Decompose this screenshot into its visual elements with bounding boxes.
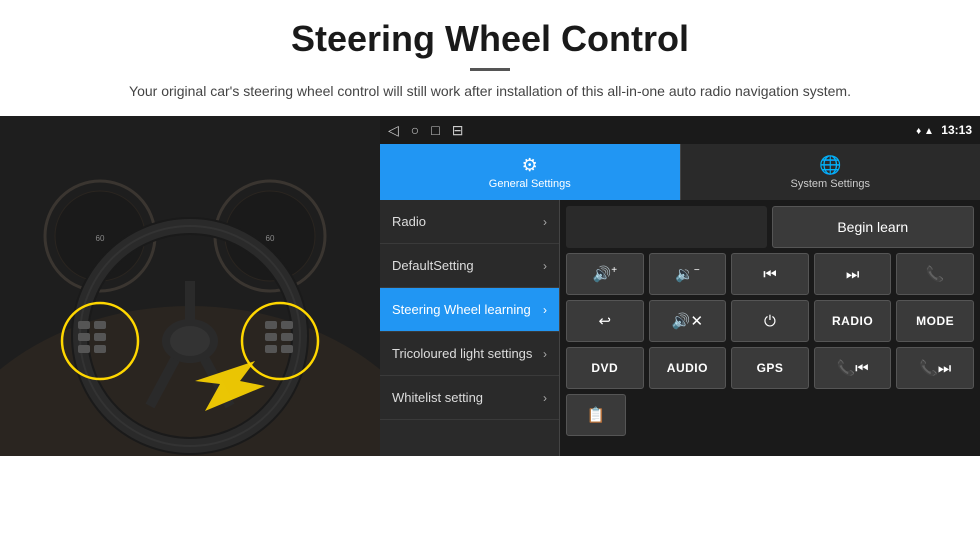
system-settings-icon: 🌐 [819,155,841,176]
next-track-icon: ⏭ [846,266,860,283]
gps-label: GPS [757,361,784,375]
begin-learn-button[interactable]: Begin learn [772,206,975,248]
menu-steering-label: Steering Wheel learning [392,302,531,317]
mode-button[interactable]: MODE [896,300,974,342]
phone-next-icon: 📞⏭ [919,359,951,377]
svg-text:60: 60 [96,234,105,243]
radio-label-button[interactable]: RADIO [814,300,892,342]
status-time: ♦ ▲ 13:13 [916,123,972,137]
volume-down-button[interactable]: 🔉− [649,253,727,295]
tab-system-label: System Settings [791,178,870,190]
chevron-right-icon: › [543,303,547,317]
mode-label: MODE [916,314,954,328]
menu-radio-label: Radio [392,214,426,229]
title-divider [470,68,510,71]
left-menu: Radio › DefaultSetting › Steering Wheel … [380,200,560,456]
menu-item-default-setting[interactable]: DefaultSetting › [380,244,559,288]
prev-track-button[interactable]: ⏮ [731,253,809,295]
control-panel: Begin learn 🔊+ 🔉− ⏮ ⏭ [560,200,980,456]
top-section: Steering Wheel Control Your original car… [0,0,980,116]
nav-buttons: ◁ ○ □ ⊟ [388,122,463,139]
general-settings-icon: ⚙ [522,155,538,176]
control-row-1: 🔊+ 🔉− ⏮ ⏭ 📞 [566,253,974,295]
tab-general-settings[interactable]: ⚙ General Settings [380,144,680,200]
nav-back-icon[interactable]: ◁ [388,122,399,139]
empty-slot [566,206,767,248]
nav-home-icon[interactable]: ○ [411,122,419,138]
phone-icon: 📞 [926,265,945,283]
control-row-4: 📋 [566,394,974,436]
audio-label: AUDIO [667,361,708,375]
tab-system-settings[interactable]: 🌐 System Settings [680,144,980,200]
menu-item-whitelist[interactable]: Whitelist setting › [380,376,559,420]
phone-button[interactable]: 📞 [896,253,974,295]
control-row-3: DVD AUDIO GPS 📞⏮ 📞⏭ [566,347,974,389]
svg-text:60: 60 [266,234,275,243]
page-title: Steering Wheel Control [40,18,940,60]
mute-button[interactable]: 🔊✕ [649,300,727,342]
gps-button[interactable]: GPS [731,347,809,389]
clock: 13:13 [941,123,972,137]
volume-up-button[interactable]: 🔊+ [566,253,644,295]
phone-prev-button[interactable]: 📞⏮ [814,347,892,389]
begin-learn-row: Begin learn [566,206,974,248]
volume-up-icon: 🔊+ [593,265,618,283]
chevron-right-icon: › [543,347,547,361]
chevron-right-icon: › [543,215,547,229]
bottom-section: 60 60 [0,116,980,456]
dvd-button[interactable]: DVD [566,347,644,389]
menu-default-label: DefaultSetting [392,258,474,273]
volume-down-icon: 🔉− [675,265,700,283]
radio-label: RADIO [832,314,873,328]
tab-general-label: General Settings [489,178,571,190]
mute-icon: 🔊✕ [672,312,703,330]
wifi-icon: ♦ ▲ [916,126,934,137]
call-end-icon: ↩ [599,312,612,330]
menu-item-radio[interactable]: Radio › [380,200,559,244]
prev-track-icon: ⏮ [763,266,777,283]
nav-recents-icon[interactable]: □ [431,122,439,138]
dvd-label: DVD [591,361,618,375]
phone-next-button[interactable]: 📞⏭ [896,347,974,389]
menu-whitelist-label: Whitelist setting [392,390,483,405]
bookmark-button[interactable]: 📋 [566,394,626,436]
call-end-button[interactable]: ↩ [566,300,644,342]
bookmark-icon: 📋 [587,406,606,424]
menu-item-steering-wheel[interactable]: Steering Wheel learning › [380,288,559,332]
next-track-button[interactable]: ⏭ [814,253,892,295]
power-icon: ⏻ [764,313,776,330]
chevron-right-icon: › [543,259,547,273]
subtitle: Your original car's steering wheel contr… [40,81,940,102]
menu-item-tricoloured[interactable]: Tricoloured light settings › [380,332,559,376]
menu-tricoloured-label: Tricoloured light settings [392,346,532,361]
status-bar: ◁ ○ □ ⊟ ♦ ▲ 13:13 [380,116,980,144]
android-screen: ◁ ○ □ ⊟ ♦ ▲ 13:13 ⚙ General Settings 🌐 S… [380,116,980,456]
power-button[interactable]: ⏻ [731,300,809,342]
content-area: Radio › DefaultSetting › Steering Wheel … [380,200,980,456]
audio-button[interactable]: AUDIO [649,347,727,389]
control-row-2: ↩ 🔊✕ ⏻ RADIO MODE [566,300,974,342]
tab-bar: ⚙ General Settings 🌐 System Settings [380,144,980,200]
chevron-right-icon: › [543,391,547,405]
steering-wheel-image: 60 60 [0,116,380,456]
nav-menu-icon[interactable]: ⊟ [452,122,464,139]
phone-prev-icon: 📞⏮ [836,359,868,377]
